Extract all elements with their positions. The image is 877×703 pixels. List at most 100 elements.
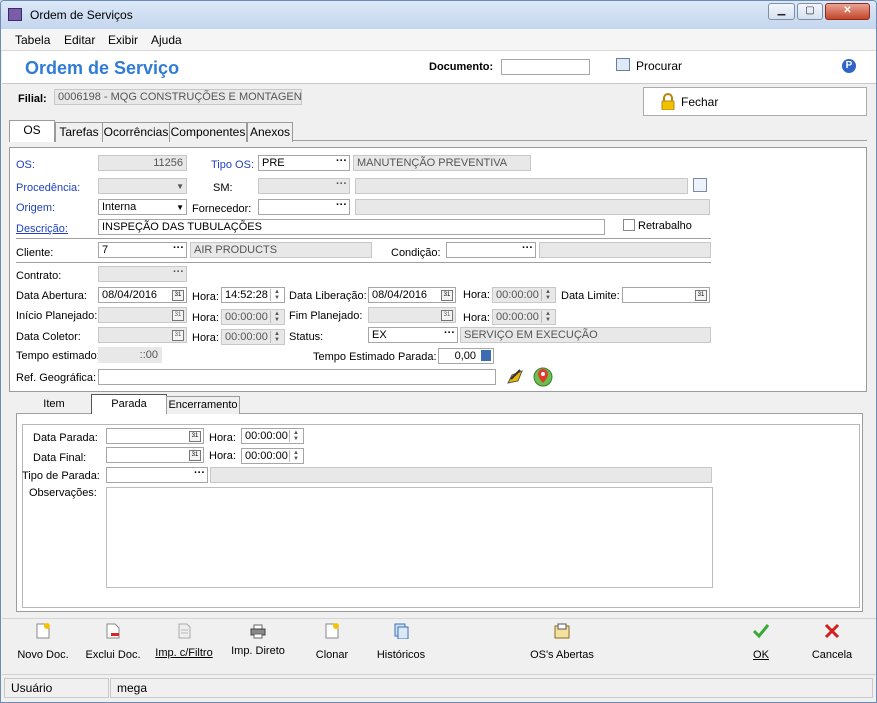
tab-anexos[interactable]: Anexos [247, 122, 293, 142]
tipo-parada-desc [210, 467, 712, 483]
clonar-button[interactable]: Clonar [302, 623, 362, 667]
condicao-input[interactable]: ··· [446, 242, 536, 258]
calendar-icon[interactable]: 31 [441, 310, 453, 321]
cancela-button[interactable]: Cancela [807, 623, 857, 667]
lookup-dots-icon[interactable]: ··· [336, 156, 347, 168]
ref-geo-label: Ref. Geográfica: [16, 372, 97, 384]
documento-input[interactable] [501, 59, 590, 75]
hora-inicio-input[interactable]: 00:00:00 ▲ ▼ [221, 309, 285, 325]
data-parada-input[interactable]: 31 [106, 428, 204, 444]
tab-componentes[interactable]: Componentes [169, 122, 247, 142]
hora-coletor-input[interactable]: 00:00:00 ▲ ▼ [221, 329, 285, 345]
tab-ocorrencias[interactable]: Ocorrências [102, 122, 170, 142]
history-icon [393, 623, 409, 640]
calculator-icon[interactable] [481, 350, 491, 361]
data-limite-input[interactable]: 31 [622, 287, 710, 303]
fechar-label: Fechar [681, 95, 719, 109]
exclui-doc-button[interactable]: Exclui Doc. [81, 623, 145, 667]
ref-geo-input[interactable] [98, 369, 496, 385]
tipo-parada-input[interactable]: ··· [106, 467, 208, 483]
lookup-dots-icon[interactable]: ··· [336, 200, 347, 212]
data-liberacao-input[interactable]: 08/04/2016 31 [368, 287, 456, 303]
ok-button[interactable]: OK [741, 623, 781, 667]
status-input[interactable]: EX ··· [368, 327, 458, 343]
menu-ajuda[interactable]: Ajuda [151, 33, 182, 47]
help-icon[interactable]: P [842, 59, 856, 73]
spinner-icon[interactable]: ▲ ▼ [270, 331, 283, 343]
spinner-icon[interactable]: ▲ ▼ [270, 311, 283, 323]
retrabalho-checkbox[interactable] [623, 219, 635, 231]
novo-doc-button[interactable]: Novo Doc. [11, 623, 75, 667]
menu-exibir[interactable]: Exibir [108, 33, 138, 47]
historicos-button[interactable]: Históricos [370, 623, 432, 667]
os-abertas-button[interactable]: OS's Abertas [523, 623, 601, 667]
hora-final-input[interactable]: 00:00:00 ▲ ▼ [241, 448, 304, 464]
contrato-input[interactable]: ··· [98, 266, 187, 282]
calendar-icon[interactable]: 31 [189, 431, 201, 442]
calendar-icon[interactable]: 31 [172, 330, 184, 341]
procurar-button[interactable]: Procurar [636, 59, 682, 73]
subtab-encerramento[interactable]: Encerramento [166, 396, 240, 414]
lookup-dots-icon[interactable]: ··· [173, 267, 184, 279]
data-abertura-input[interactable]: 08/04/2016 31 [98, 287, 187, 303]
fornecedor-label: Fornecedor: [192, 203, 252, 215]
menu-tabela[interactable]: Tabela [15, 33, 50, 47]
contrato-label: Contrato: [16, 270, 62, 282]
calendar-icon[interactable]: 31 [172, 290, 184, 301]
cliente-input[interactable]: 7 ··· [98, 242, 187, 258]
spinner-icon[interactable]: ▲ ▼ [541, 311, 554, 323]
spinner-icon[interactable]: ▲ ▼ [541, 289, 554, 301]
calendar-icon[interactable]: 31 [172, 310, 184, 321]
spinner-icon[interactable]: ▲ ▼ [270, 289, 283, 301]
fechar-button[interactable]: Fechar [643, 87, 867, 116]
tab-os[interactable]: OS [9, 120, 55, 142]
tipo-os-input[interactable]: PRE ··· [258, 155, 350, 171]
inicio-planejado-input[interactable]: 31 [98, 307, 187, 323]
hora-fim-input[interactable]: 00:00:00 ▲ ▼ [492, 309, 556, 325]
filial-label: Filial: [18, 93, 47, 105]
hora-liberacao-input[interactable]: 00:00:00 ▲ ▼ [492, 287, 556, 303]
imp-filtro-button[interactable]: Imp. c/Filtro [151, 623, 217, 667]
fim-planejado-input[interactable]: 31 [368, 307, 456, 323]
imp-direto-button[interactable]: Imp. Direto [225, 623, 291, 667]
origem-select[interactable]: Interna ▼ [98, 199, 187, 215]
calendar-icon[interactable]: 31 [441, 290, 453, 301]
hora-abertura-input[interactable]: 14:52:28 ▲ ▼ [221, 287, 285, 303]
filial-field: 0006198 - MQG CONSTRUÇÕES E MONTAGENS [54, 89, 302, 105]
sm-input[interactable]: ··· [258, 178, 350, 194]
descricao-input[interactable]: INSPEÇÃO DAS TUBULAÇÕES [98, 219, 605, 235]
map-pencil-icon[interactable] [506, 367, 524, 385]
hora-parada-label: Hora: [209, 432, 236, 444]
data-coletor-input[interactable]: 31 [98, 327, 187, 343]
lookup-dots-icon[interactable]: ··· [173, 243, 184, 255]
minimize-button[interactable]: ▁ [768, 3, 795, 20]
data-abertura-label: Data Abertura: [16, 290, 87, 302]
sm-search-icon[interactable] [693, 178, 707, 192]
tempo-estimado-field: ::00 [98, 347, 162, 363]
map-location-icon[interactable] [532, 366, 554, 388]
observacoes-textarea[interactable] [106, 487, 713, 588]
spinner-icon[interactable]: ▲ ▼ [289, 450, 302, 462]
lookup-dots-icon[interactable]: ··· [444, 328, 455, 340]
subtab-parada[interactable]: Parada [91, 394, 167, 414]
tab-tarefas[interactable]: Tarefas [55, 122, 103, 142]
tempo-parada-input[interactable]: 0,00 [438, 348, 494, 364]
menu-editar[interactable]: Editar [64, 33, 95, 47]
close-button[interactable]: ✕ [825, 3, 870, 20]
print-filter-icon [177, 623, 191, 639]
lookup-dots-icon[interactable]: ··· [336, 179, 347, 191]
calendar-icon[interactable]: 31 [189, 450, 201, 461]
calendar-icon[interactable]: 31 [695, 290, 707, 301]
hora-parada-input[interactable]: 00:00:00 ▲ ▼ [241, 428, 304, 444]
lookup-dots-icon[interactable]: ··· [522, 243, 533, 255]
data-final-input[interactable]: 31 [106, 447, 204, 463]
imp-filtro-label: Imp. c/Filtro [155, 647, 213, 659]
sm-label: SM: [213, 182, 233, 194]
spinner-icon[interactable]: ▲ ▼ [289, 430, 302, 442]
exclui-doc-label: Exclui Doc. [85, 649, 141, 661]
maximize-button[interactable]: ▢ [797, 3, 823, 20]
procedencia-select[interactable]: ▼ [98, 178, 187, 194]
subtab-item[interactable]: Item [16, 395, 92, 415]
fornecedor-input[interactable]: ··· [258, 199, 350, 215]
lookup-dots-icon[interactable]: ··· [194, 468, 205, 480]
